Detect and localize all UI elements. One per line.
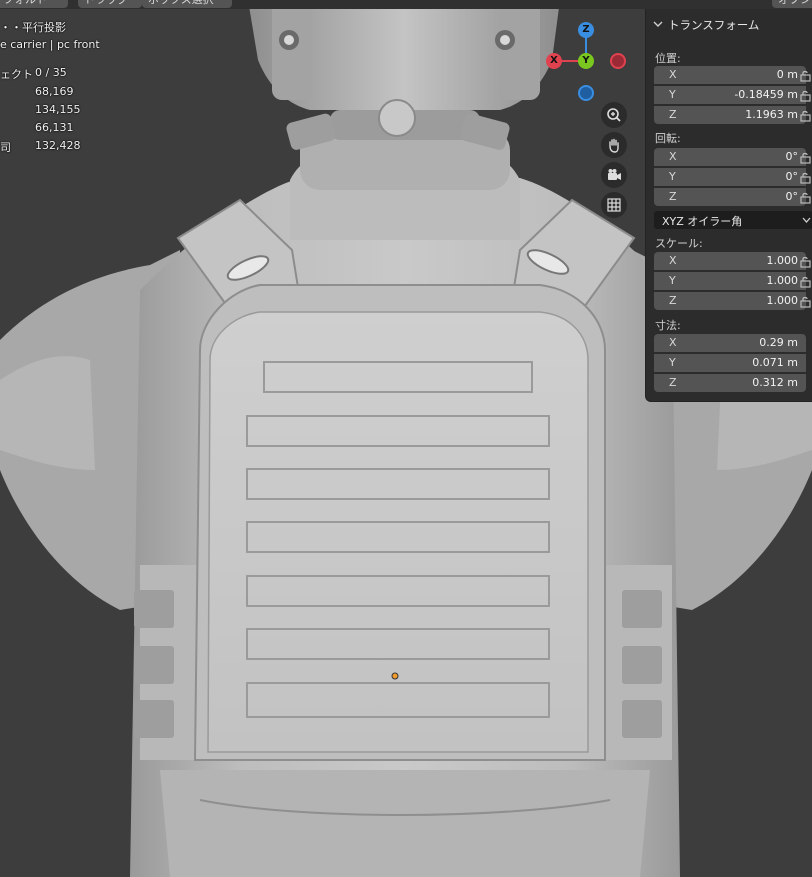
axis-label: Z [669, 376, 677, 389]
stat-row: 66,131 [0, 121, 90, 139]
field-value: 0° [785, 170, 799, 183]
scale-x-field[interactable]: X 1.000 [654, 252, 806, 270]
pan-hand-icon [609, 138, 619, 153]
lock-icon[interactable] [799, 90, 812, 102]
axis-label: X [669, 68, 677, 81]
origin-point [391, 672, 399, 680]
axis-label: Y [669, 356, 676, 369]
header-bar: デフォルト ドラッグ ボックス選択 オプション [0, 0, 812, 9]
lock-icon[interactable] [799, 256, 812, 268]
scale-y-field[interactable]: Y 1.000 [654, 272, 806, 290]
field-value: 0° [785, 150, 799, 163]
stat-row: 134,155 [0, 103, 90, 121]
rotation-label: 回転: [655, 132, 681, 145]
field-value: 1.000 [766, 254, 799, 267]
rotation-y-field[interactable]: Y 0° [654, 168, 806, 186]
lock-icon[interactable] [799, 172, 812, 184]
panel-header[interactable]: トランスフォーム [646, 15, 812, 35]
field-value: 0.29 m [759, 336, 798, 349]
field-value: 1.1963 m [745, 108, 798, 121]
mode-chip-default[interactable]: デフォルト [0, 0, 68, 8]
stat-row: 68,169 [0, 85, 90, 103]
axis-label: Y [669, 88, 676, 101]
field-value: 0.312 m [752, 376, 798, 389]
lock-icon[interactable] [799, 192, 812, 204]
lock-icon[interactable] [799, 110, 812, 122]
zoom-icon [607, 108, 621, 122]
location-label: 位置: [655, 52, 681, 65]
chevron-down-icon [802, 217, 811, 223]
stat-label: ェクト [0, 68, 33, 81]
3d-viewport[interactable]: デフォルト ドラッグ ボックス選択 オプション ・・平行投影 e carrier… [0, 0, 812, 877]
rotation-x-field[interactable]: X 0° [654, 148, 806, 166]
mode-chip-drag[interactable]: ドラッグ [78, 0, 142, 8]
dimensions-y-field[interactable]: Y 0.071 m [654, 354, 806, 372]
pan-button[interactable] [601, 132, 627, 158]
axis-label: Z [669, 294, 677, 307]
gizmo-y-axis[interactable]: Y [578, 53, 594, 69]
scale-z-field[interactable]: Z 1.000 [654, 292, 806, 310]
camera-icon [608, 169, 621, 180]
location-z-field[interactable]: Z 1.1963 m [654, 106, 806, 124]
mode-chip-box-select[interactable]: ボックス選択 [142, 0, 232, 8]
scale-label: スケール: [655, 237, 703, 250]
gizmo-z-axis[interactable]: Z [578, 22, 594, 38]
lock-icon[interactable] [799, 276, 812, 288]
lock-icon[interactable] [799, 296, 812, 308]
gizmo-neg-z-axis[interactable] [578, 85, 594, 101]
field-value: 0° [785, 190, 799, 203]
stat-value: 66,131 [35, 121, 74, 134]
panel-title: トランスフォーム [668, 18, 760, 32]
field-value: 1.000 [766, 294, 799, 307]
grid-icon [607, 198, 621, 212]
field-value: -0.18459 m [734, 88, 798, 101]
ortho-toggle-button[interactable] [601, 192, 627, 218]
field-value: 1.000 [766, 274, 799, 287]
dimensions-x-field[interactable]: X 0.29 m [654, 334, 806, 352]
camera-view-button[interactable] [601, 162, 627, 188]
axis-label: Z [669, 190, 677, 203]
stat-row: ェクト 0 / 35 [0, 66, 90, 84]
stat-value: 132,428 [35, 139, 81, 152]
rotation-mode-dropdown[interactable]: XYZ オイラー角 [654, 211, 812, 229]
axis-label: Z [669, 108, 677, 121]
zoom-button[interactable] [601, 102, 627, 128]
lock-icon[interactable] [799, 70, 812, 82]
gizmo-x-axis[interactable]: X [546, 53, 562, 69]
location-y-field[interactable]: Y -0.18459 m [654, 86, 806, 104]
dimensions-z-field[interactable]: Z 0.312 m [654, 374, 806, 392]
field-value: 0 m [776, 68, 798, 81]
field-value: 0.071 m [752, 356, 798, 369]
transform-panel: トランスフォーム 位置: X0 m Y -0.18459 m Z 1.1963 m … [645, 9, 812, 402]
lock-icon[interactable] [799, 152, 812, 164]
axis-label: Y [669, 274, 676, 287]
axis-label: X [669, 254, 677, 267]
rotation-mode-value: XYZ オイラー角 [662, 215, 743, 228]
chevron-down-icon [653, 21, 663, 27]
view-name: ・・平行投影 [0, 21, 66, 34]
rotation-z-field[interactable]: Z 0° [654, 188, 806, 206]
dimensions-label: 寸法: [655, 319, 681, 332]
axis-label: Y [669, 170, 676, 183]
options-chip[interactable]: オプション [772, 0, 812, 8]
gizmo-neg-x-axis[interactable] [610, 53, 626, 69]
axis-label: X [669, 336, 677, 349]
stat-value: 68,169 [35, 85, 74, 98]
stat-value: 0 / 35 [35, 66, 67, 79]
stat-row: 司 132,428 [0, 139, 90, 157]
axis-label: X [669, 150, 677, 163]
location-x-field[interactable]: X 0 m [654, 66, 806, 84]
collection-name: e carrier | pc front [0, 38, 100, 51]
stat-value: 134,155 [35, 103, 81, 116]
stat-label: 司 [0, 141, 11, 154]
